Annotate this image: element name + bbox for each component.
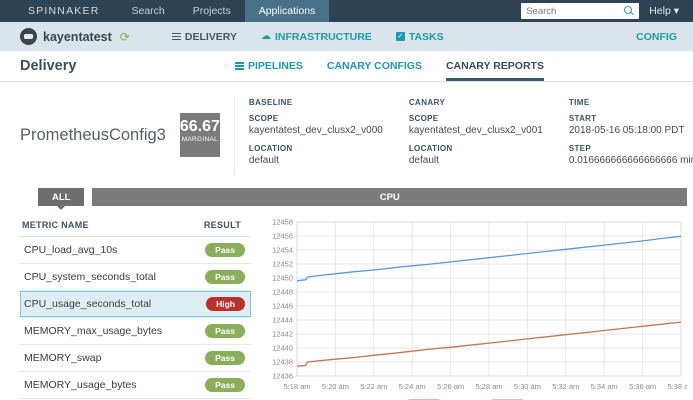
metric-chart: 12436 12438 12440 12442 12444 12446 12448 12450… <box>251 216 693 400</box>
svg-text:12448: 12448 <box>272 288 293 297</box>
metric-name: CPU_usage_seconds_total <box>24 298 152 310</box>
metric-name: CPU_load_avg_10s <box>24 244 118 256</box>
result-badge: High <box>206 296 245 312</box>
metric-name-header: METRIC NAME <box>22 220 89 230</box>
svg-text:5:26 am: 5:26 am <box>437 382 464 391</box>
config-link[interactable]: CONFIG <box>636 31 677 43</box>
nav-item-projects[interactable]: Projects <box>179 0 245 22</box>
cloud-icon: ☁ <box>260 30 271 42</box>
metric-name: MEMORY_swap <box>24 352 102 364</box>
baseline-column: BASELINE SCOPE kayentatest_dev_clusx2_v0… <box>248 98 383 166</box>
svg-text:12442: 12442 <box>272 330 293 339</box>
svg-text:12458: 12458 <box>272 218 293 227</box>
score-label: MARGINAL <box>181 135 219 143</box>
application-name: kayentatest <box>43 29 112 44</box>
metric-group-selector: ALL CPU <box>38 188 687 206</box>
metric-name: CPU_system_seconds_total <box>24 271 156 283</box>
top-nav: SPINNAKER Search Projects Applications H… <box>0 0 693 22</box>
result-badge: Pass <box>205 350 245 366</box>
svg-text:12450: 12450 <box>272 274 293 283</box>
metrics-table: METRIC NAME RESULT CPU_load_avg_10s Pass C… <box>20 216 251 400</box>
spinnaker-logo[interactable]: SPINNAKER <box>0 0 117 22</box>
line-chart[interactable]: 12436 12438 12440 12442 12444 12446 12448 12450… <box>257 216 693 400</box>
canary-column: CANARY SCOPE kayentatest_dev_clusx2_v001… <box>408 98 543 166</box>
metric-row[interactable]: CPU_system_seconds_total Pass <box>20 264 251 291</box>
metric-row[interactable]: CPU_usage_seconds_total High <box>20 291 251 318</box>
tab-canary-configs[interactable]: CANARY CONFIGS <box>327 51 422 81</box>
svg-text:12444: 12444 <box>272 316 293 325</box>
time-column: TIME START 2018-05-16 05:18:00 PDT END 2… <box>569 98 693 174</box>
svg-text:5:22 am: 5:22 am <box>360 382 387 391</box>
svg-text:5:32 am: 5:32 am <box>552 382 579 391</box>
result-badge: Pass <box>205 377 245 393</box>
result-badge: Pass <box>205 323 245 339</box>
help-menu[interactable]: Help ▾ <box>649 5 679 17</box>
metric-row[interactable]: CPU_load_avg_10s Pass <box>20 237 251 264</box>
svg-text:5:38 am: 5:38 am <box>667 382 687 391</box>
tab-tasks[interactable]: ✓ TASKS <box>395 31 444 43</box>
svg-text:12452: 12452 <box>272 260 293 269</box>
baseline-scope: kayentatest_dev_clusx2_v000 <box>248 125 383 136</box>
svg-text:5:30 am: 5:30 am <box>514 382 541 391</box>
list-icon <box>171 31 181 41</box>
svg-text:12454: 12454 <box>272 246 293 255</box>
application-icon <box>20 28 37 45</box>
metric-row[interactable]: MEMORY_usage_bytes Pass <box>20 372 251 399</box>
svg-text:12456: 12456 <box>272 232 293 241</box>
tab-infrastructure[interactable]: ☁ INFRASTRUCTURE <box>261 31 372 43</box>
list-icon <box>235 61 244 71</box>
metric-name: MEMORY_usage_bytes <box>24 379 137 391</box>
search-icon[interactable] <box>624 6 634 16</box>
nav-item-applications[interactable]: Applications <box>244 0 330 22</box>
canary-scope: kayentatest_dev_clusx2_v001 <box>408 125 543 136</box>
global-search[interactable] <box>521 3 640 19</box>
svg-text:12438: 12438 <box>272 358 293 367</box>
canary-location: default <box>408 155 439 166</box>
metric-row[interactable]: MEMORY_max_usage_bytes Pass <box>20 318 251 345</box>
svg-text:5:18 am: 5:18 am <box>283 382 310 391</box>
svg-text:5:28 am: 5:28 am <box>475 382 502 391</box>
score-value: 66.67 <box>179 118 220 135</box>
metric-row[interactable]: MEMORY_swap Pass <box>20 345 251 372</box>
score-badge: 66.67 MARGINAL <box>179 113 220 157</box>
metric-name: MEMORY_max_usage_bytes <box>24 325 163 337</box>
tab-delivery[interactable]: DELIVERY <box>171 31 237 43</box>
group-cpu-bar[interactable]: CPU <box>92 188 687 206</box>
svg-text:5:24 am: 5:24 am <box>399 382 426 391</box>
svg-text:12440: 12440 <box>272 344 293 353</box>
application-header: kayentatest ⟳ DELIVERY ☁ INFRASTRUCTURE … <box>0 22 693 51</box>
time-step: 0.016666666666666666 mins <box>568 155 693 166</box>
group-all-button[interactable]: ALL <box>38 188 85 206</box>
baseline-location: default <box>248 155 279 166</box>
result-badge: Pass <box>205 269 245 285</box>
report-summary: PrometheusConfig3 66.67 MARGINAL BASELIN… <box>0 82 693 184</box>
tab-pipelines[interactable]: PIPELINES <box>235 51 303 81</box>
page-title: Delivery <box>20 58 77 74</box>
result-badge: Pass <box>205 242 245 258</box>
svg-text:5:34 am: 5:34 am <box>591 382 618 391</box>
svg-text:5:36 am: 5:36 am <box>629 382 656 391</box>
metrics-rows: CPU_load_avg_10s Pass CPU_system_seconds_t… <box>20 237 251 400</box>
svg-text:5:20 am: 5:20 am <box>322 382 349 391</box>
time-start: 2018-05-16 05:18:00 PDT <box>568 125 685 136</box>
divider <box>233 96 235 174</box>
svg-text:12436: 12436 <box>272 372 293 381</box>
nav-item-search[interactable]: Search <box>117 0 178 22</box>
global-search-input[interactable] <box>526 5 625 17</box>
canary-config-name: PrometheusConfig3 <box>20 125 166 144</box>
check-square-icon: ✓ <box>395 32 405 41</box>
svg-text:12446: 12446 <box>272 302 293 311</box>
refresh-icon[interactable]: ⟳ <box>120 31 130 43</box>
tab-canary-reports[interactable]: CANARY REPORTS <box>445 51 544 81</box>
delivery-subnav: Delivery PIPELINES CANARY CONFIGS CANARY… <box>0 51 693 82</box>
result-header: RESULT <box>203 220 241 230</box>
